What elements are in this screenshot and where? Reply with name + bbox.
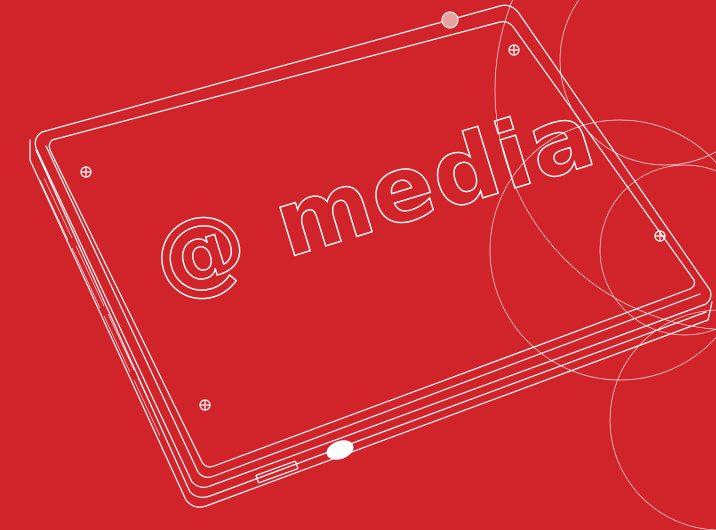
led-icon [441, 11, 459, 29]
media-logo: @ media [140, 80, 607, 316]
device-body [29, 4, 713, 508]
screw-icon [508, 44, 520, 56]
vent-line [137, 377, 165, 435]
vent-line [71, 247, 101, 309]
power-button-icon [326, 440, 354, 460]
decor-circle-bottom [609, 309, 716, 530]
screw-icon [199, 399, 211, 411]
vent-line [103, 315, 131, 373]
screw-icon [654, 230, 666, 242]
vent-line [133, 379, 161, 437]
media-box-illustration: @ media [0, 0, 716, 530]
vent-line [107, 313, 135, 371]
decorative-circles [489, 0, 716, 530]
illustration-canvas: @ media [29, 0, 716, 530]
screw-icon [80, 166, 92, 178]
vent-line [75, 245, 105, 307]
